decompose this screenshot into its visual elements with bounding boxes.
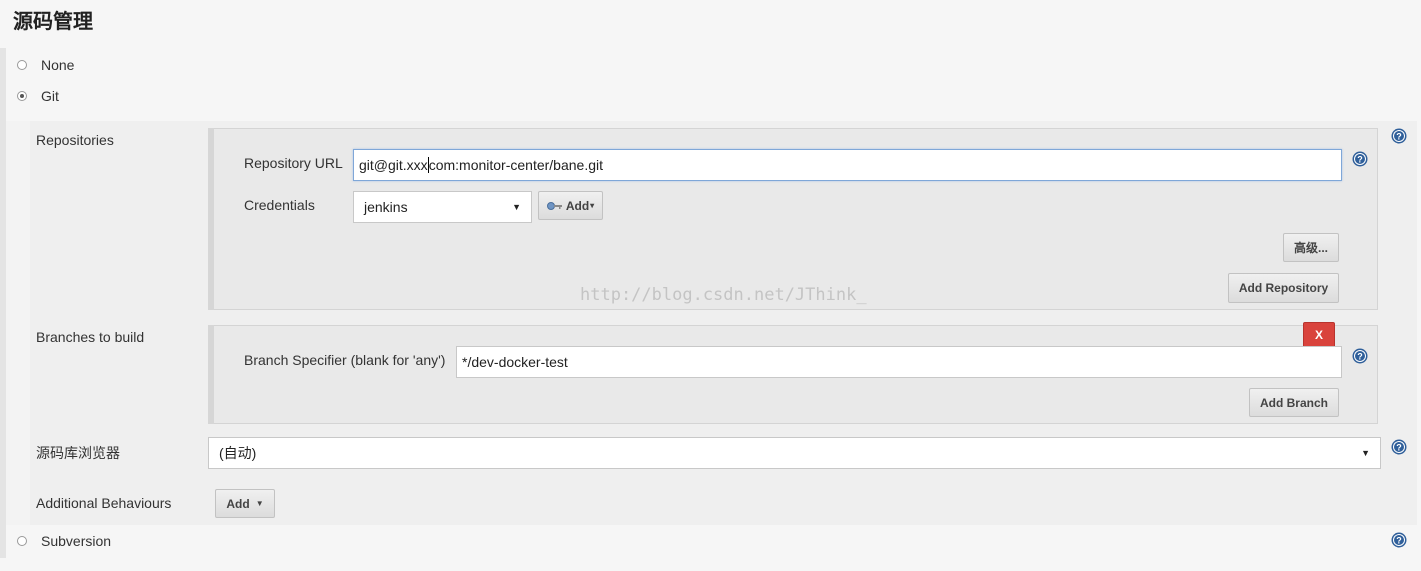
chevron-down-icon: ▼: [1361, 448, 1370, 458]
help-icon[interactable]: ?: [1352, 151, 1368, 167]
chevron-down-icon: ▾: [590, 201, 595, 210]
radio-none-label: None: [41, 57, 75, 73]
repo-browser-selected-value: (自动): [219, 445, 257, 461]
svg-text:?: ?: [1357, 352, 1363, 362]
repository-url-text-start: git@git.xxx: [359, 157, 428, 173]
svg-text:?: ?: [1357, 155, 1363, 165]
help-icon[interactable]: ?: [1352, 348, 1368, 364]
branches-label: Branches to build: [36, 329, 145, 345]
svg-text:?: ?: [1396, 443, 1402, 453]
additional-behaviours-label: Additional Behaviours: [36, 495, 172, 511]
chevron-down-icon: ▼: [512, 202, 521, 212]
repository-url-label: Repository URL: [244, 155, 343, 171]
scm-option-subversion[interactable]: Subversion: [17, 533, 111, 549]
credentials-selected-value: jenkins: [364, 199, 408, 215]
branch-specifier-input[interactable]: */dev-docker-test: [456, 346, 1342, 378]
advanced-button[interactable]: 高级...: [1283, 233, 1339, 262]
radio-subversion-label: Subversion: [41, 533, 112, 549]
repository-url-text-end: com:monitor-center/bane.git: [428, 157, 603, 173]
radio-none[interactable]: [17, 60, 27, 70]
credentials-add-label: Add: [565, 198, 590, 213]
chevron-down-icon: ▼: [255, 499, 264, 508]
repo-browser-select[interactable]: (自动) ▼: [208, 437, 1381, 469]
scm-option-none[interactable]: None: [17, 57, 74, 73]
additional-behaviours-add-label: Add: [226, 496, 250, 511]
repositories-label: Repositories: [36, 132, 114, 148]
key-icon: [546, 201, 562, 210]
repository-url-input[interactable]: git@git.xxx com:monitor-center/bane.git: [353, 149, 1342, 181]
svg-text:?: ?: [1396, 536, 1402, 546]
repo-browser-label: 源码库浏览器: [36, 445, 120, 461]
radio-git[interactable]: [17, 91, 27, 101]
additional-behaviours-add-button[interactable]: Add ▼: [215, 489, 275, 518]
help-icon[interactable]: ?: [1391, 532, 1407, 548]
radio-git-label: Git: [41, 88, 59, 104]
help-icon[interactable]: ?: [1391, 128, 1407, 144]
git-config-indent: [6, 121, 30, 525]
watermark-text: http://blog.csdn.net/JThink_: [580, 285, 867, 305]
credentials-select[interactable]: jenkins ▼: [353, 191, 532, 223]
scm-option-git[interactable]: Git: [17, 88, 59, 104]
branch-specifier-label: Branch Specifier (blank for 'any'): [244, 352, 446, 368]
add-branch-button[interactable]: Add Branch: [1249, 388, 1339, 417]
svg-text:?: ?: [1396, 132, 1402, 142]
credentials-label: Credentials: [244, 197, 315, 213]
help-icon[interactable]: ?: [1391, 439, 1407, 455]
credentials-add-button[interactable]: Add ▾: [538, 191, 603, 220]
add-repository-button[interactable]: Add Repository: [1228, 273, 1339, 303]
radio-subversion[interactable]: [17, 536, 27, 546]
section-title: 源码管理: [13, 9, 93, 33]
delete-branch-button[interactable]: X: [1303, 322, 1335, 348]
